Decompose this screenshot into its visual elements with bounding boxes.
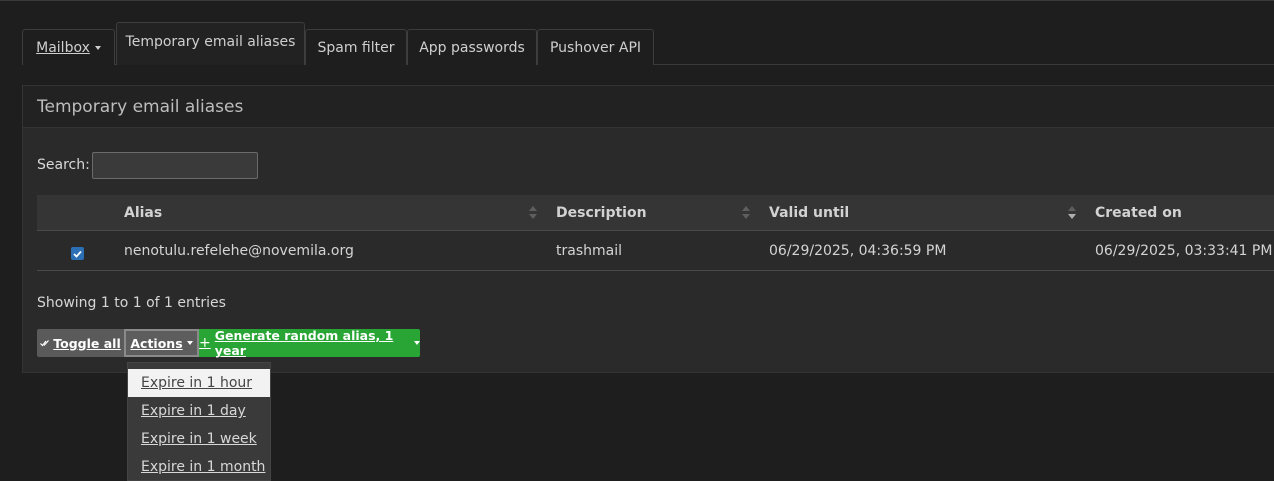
cell-description: trashmail bbox=[556, 243, 622, 259]
table-row[interactable]: nenotulu.refelehe@novemila.org trashmail… bbox=[37, 231, 1274, 271]
table-header: Alias Description Valid until Created on bbox=[37, 195, 1274, 231]
toggle-all-button[interactable]: Toggle all bbox=[37, 329, 124, 357]
tab-app-passwords[interactable]: App passwords bbox=[407, 29, 537, 65]
actions-label: Actions bbox=[130, 335, 183, 351]
generate-random-alias-button[interactable]: + Generate random alias, 1 year bbox=[199, 328, 420, 358]
double-check-icon bbox=[40, 340, 50, 347]
tab-mailbox-label: Mailbox bbox=[36, 39, 90, 56]
chevron-down-icon bbox=[414, 341, 420, 345]
column-header-description[interactable]: Description bbox=[556, 205, 647, 221]
table-info: Showing 1 to 1 of 1 entries bbox=[37, 295, 226, 311]
menu-item-expire-1-hour[interactable]: Expire in 1 hour bbox=[128, 369, 270, 397]
actions-dropdown-menu: Expire in 1 hour Expire in 1 day Expire … bbox=[127, 362, 271, 481]
sort-desc-icon[interactable] bbox=[1068, 205, 1076, 221]
menu-item-expire-1-month[interactable]: Expire in 1 month bbox=[128, 453, 270, 481]
tab-bar: Mailbox Temporary email aliases Spam fil… bbox=[22, 22, 1274, 65]
tab-label: Spam filter bbox=[317, 39, 395, 56]
search-input[interactable] bbox=[92, 152, 258, 179]
search-label: Search: bbox=[37, 157, 90, 173]
tab-label: Temporary email aliases bbox=[125, 34, 296, 50]
generate-label: Generate random alias, 1 year bbox=[214, 328, 394, 358]
sort-icon[interactable] bbox=[742, 205, 750, 221]
tab-label: App passwords bbox=[419, 39, 525, 56]
tab-pushover-api[interactable]: Pushover API bbox=[537, 29, 654, 65]
menu-item-expire-1-week[interactable]: Expire in 1 week bbox=[128, 425, 270, 453]
panel-title: Temporary email aliases bbox=[37, 97, 244, 117]
plus-icon: + bbox=[199, 335, 211, 351]
chevron-down-icon bbox=[94, 45, 101, 50]
top-border bbox=[0, 0, 1274, 1]
cell-valid-until: 06/29/2025, 04:36:59 PM bbox=[769, 243, 947, 259]
cell-alias: nenotulu.refelehe@novemila.org bbox=[124, 243, 354, 259]
column-header-alias[interactable]: Alias bbox=[124, 205, 162, 221]
tab-mailbox[interactable]: Mailbox bbox=[22, 29, 115, 65]
chevron-down-icon bbox=[186, 341, 193, 345]
tab-label: Pushover API bbox=[549, 39, 642, 56]
row-checkbox[interactable] bbox=[71, 247, 84, 260]
panel-header: Temporary email aliases bbox=[23, 86, 1274, 128]
column-header-created-on[interactable]: Created on bbox=[1095, 205, 1182, 221]
cell-created-on: 06/29/2025, 03:33:41 PM bbox=[1095, 243, 1273, 259]
tab-temporary-email-aliases[interactable]: Temporary email aliases bbox=[116, 22, 305, 65]
toggle-all-label: Toggle all bbox=[53, 335, 121, 351]
tab-spam-filter[interactable]: Spam filter bbox=[305, 29, 407, 65]
column-header-valid-until[interactable]: Valid until bbox=[769, 205, 849, 221]
menu-item-expire-1-day[interactable]: Expire in 1 day bbox=[128, 397, 270, 425]
sort-icon[interactable] bbox=[529, 205, 537, 221]
actions-button[interactable]: Actions bbox=[124, 329, 199, 357]
check-icon bbox=[73, 250, 82, 258]
